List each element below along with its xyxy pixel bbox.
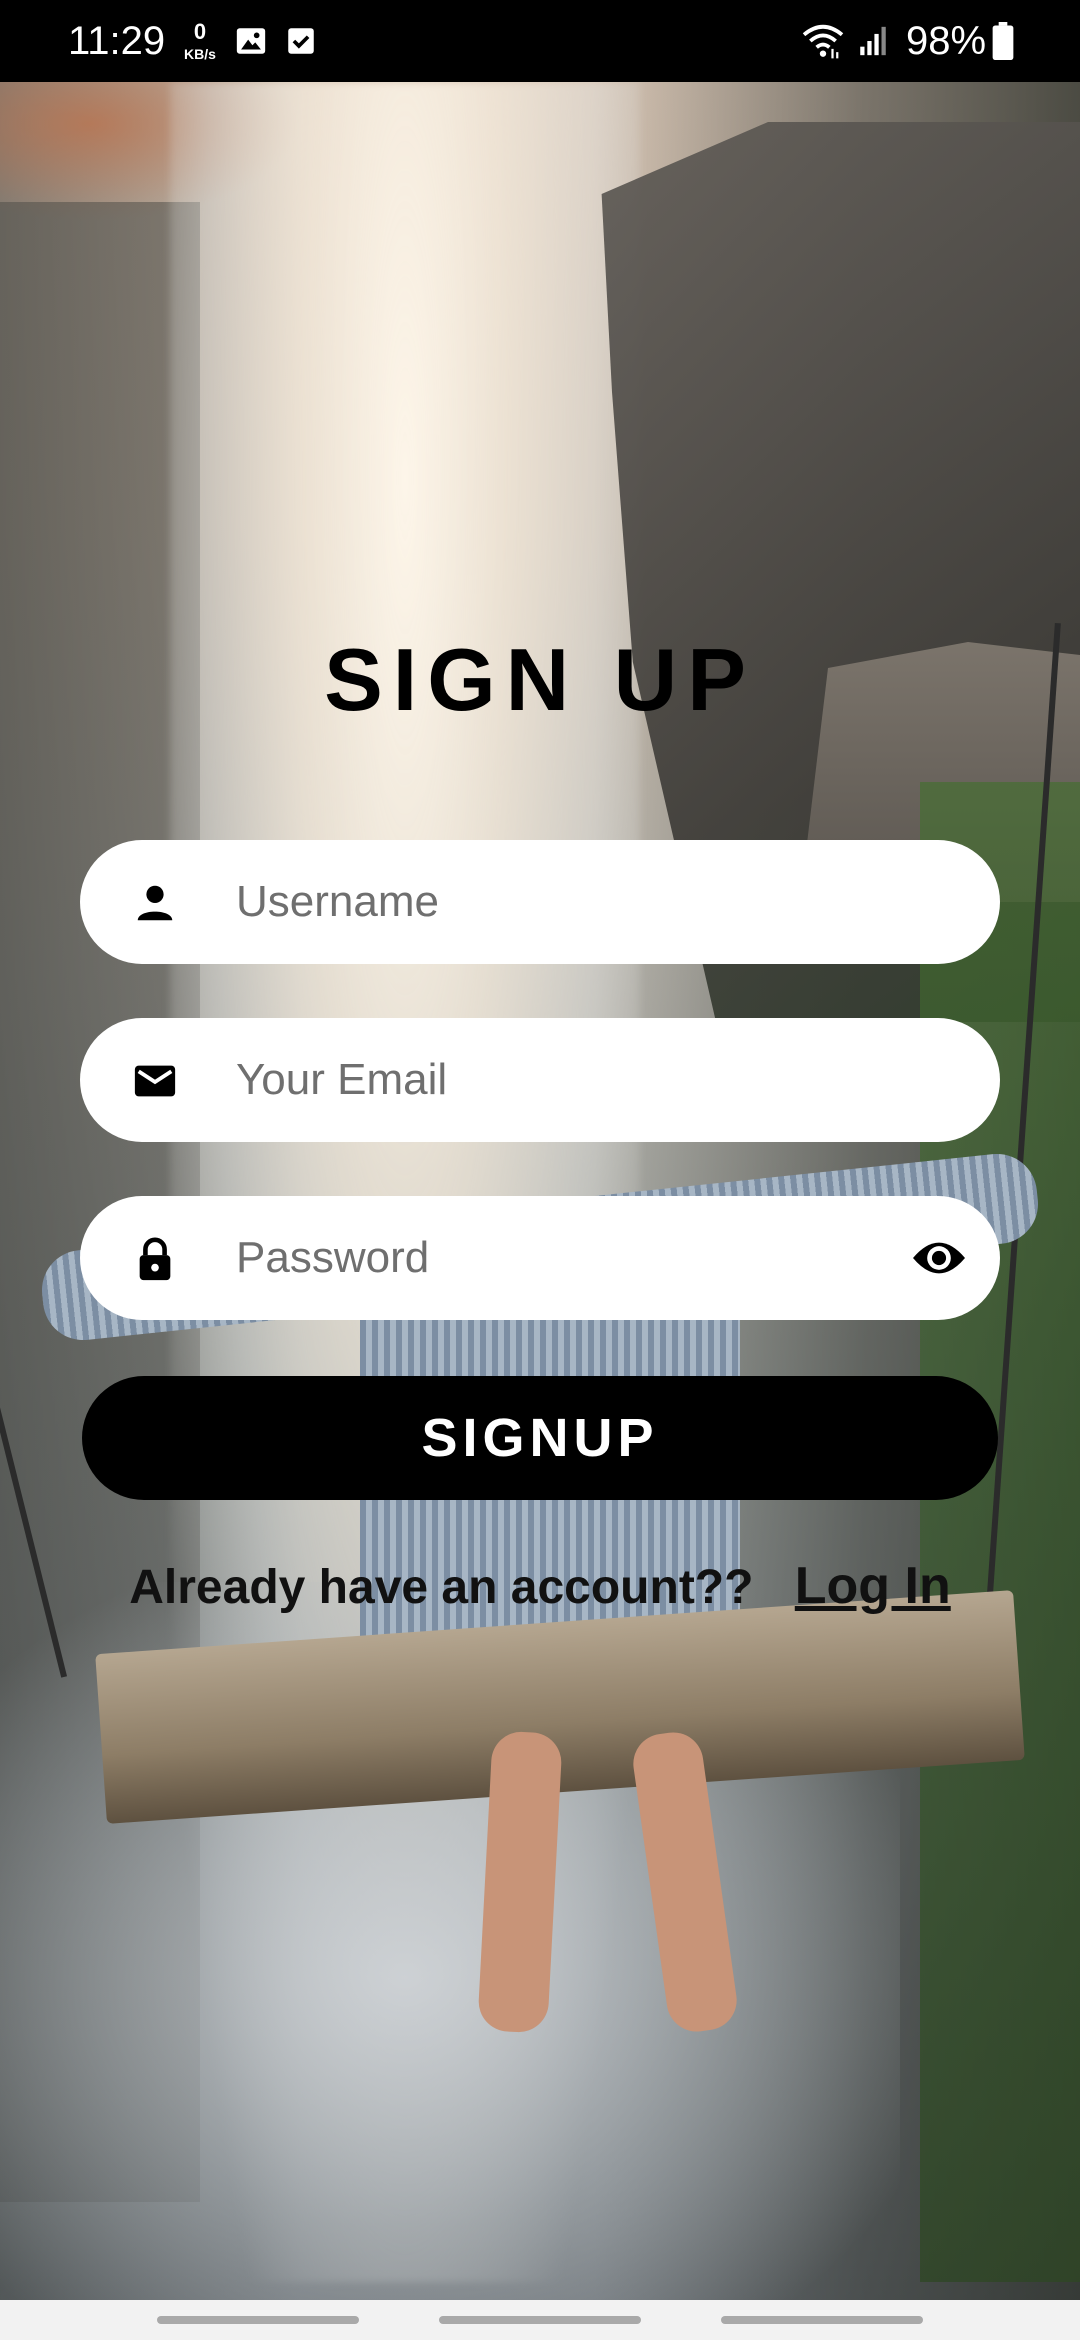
navigation-bar <box>0 2300 1080 2340</box>
network-speed: 0 KB/s <box>178 20 222 64</box>
mail-icon <box>134 1065 176 1097</box>
status-bar: 11:29 0 KB/s 98% <box>0 0 1080 82</box>
image-icon <box>236 28 266 54</box>
username-input[interactable] <box>236 862 916 942</box>
nav-recents-button[interactable] <box>157 2316 359 2324</box>
person-icon <box>137 885 173 921</box>
email-field[interactable] <box>80 1018 1000 1142</box>
nav-home-button[interactable] <box>439 2316 641 2324</box>
signup-button[interactable]: SIGNUP <box>82 1376 998 1500</box>
password-field[interactable] <box>80 1196 1000 1320</box>
username-field[interactable] <box>80 840 1000 964</box>
email-input[interactable] <box>236 1040 916 1120</box>
signal-icon <box>860 26 886 56</box>
login-row: Already have an account?? Log In <box>0 1556 1080 1618</box>
battery-icon <box>992 22 1014 60</box>
status-time: 11:29 <box>68 19 166 63</box>
login-prompt: Already have an account?? <box>129 1561 754 1614</box>
checkbox-icon <box>288 28 314 54</box>
network-speed-unit: KB/s <box>184 46 216 62</box>
password-input[interactable] <box>236 1218 916 1298</box>
nav-back-button[interactable] <box>721 2316 923 2324</box>
signup-screen: 11:29 0 KB/s 98% SIGN UP Username Your E… <box>0 0 1080 2340</box>
network-speed-value: 0 <box>193 19 207 44</box>
eye-icon[interactable] <box>910 1232 968 1284</box>
page-title: SIGN UP <box>324 630 756 729</box>
background-foliage <box>920 782 1080 2282</box>
login-link[interactable]: Log In <box>795 1557 951 1615</box>
battery-percent: 98% <box>906 19 987 63</box>
wifi-icon <box>802 24 844 59</box>
lock-icon <box>139 1237 171 1281</box>
background-image <box>0 82 1080 2300</box>
